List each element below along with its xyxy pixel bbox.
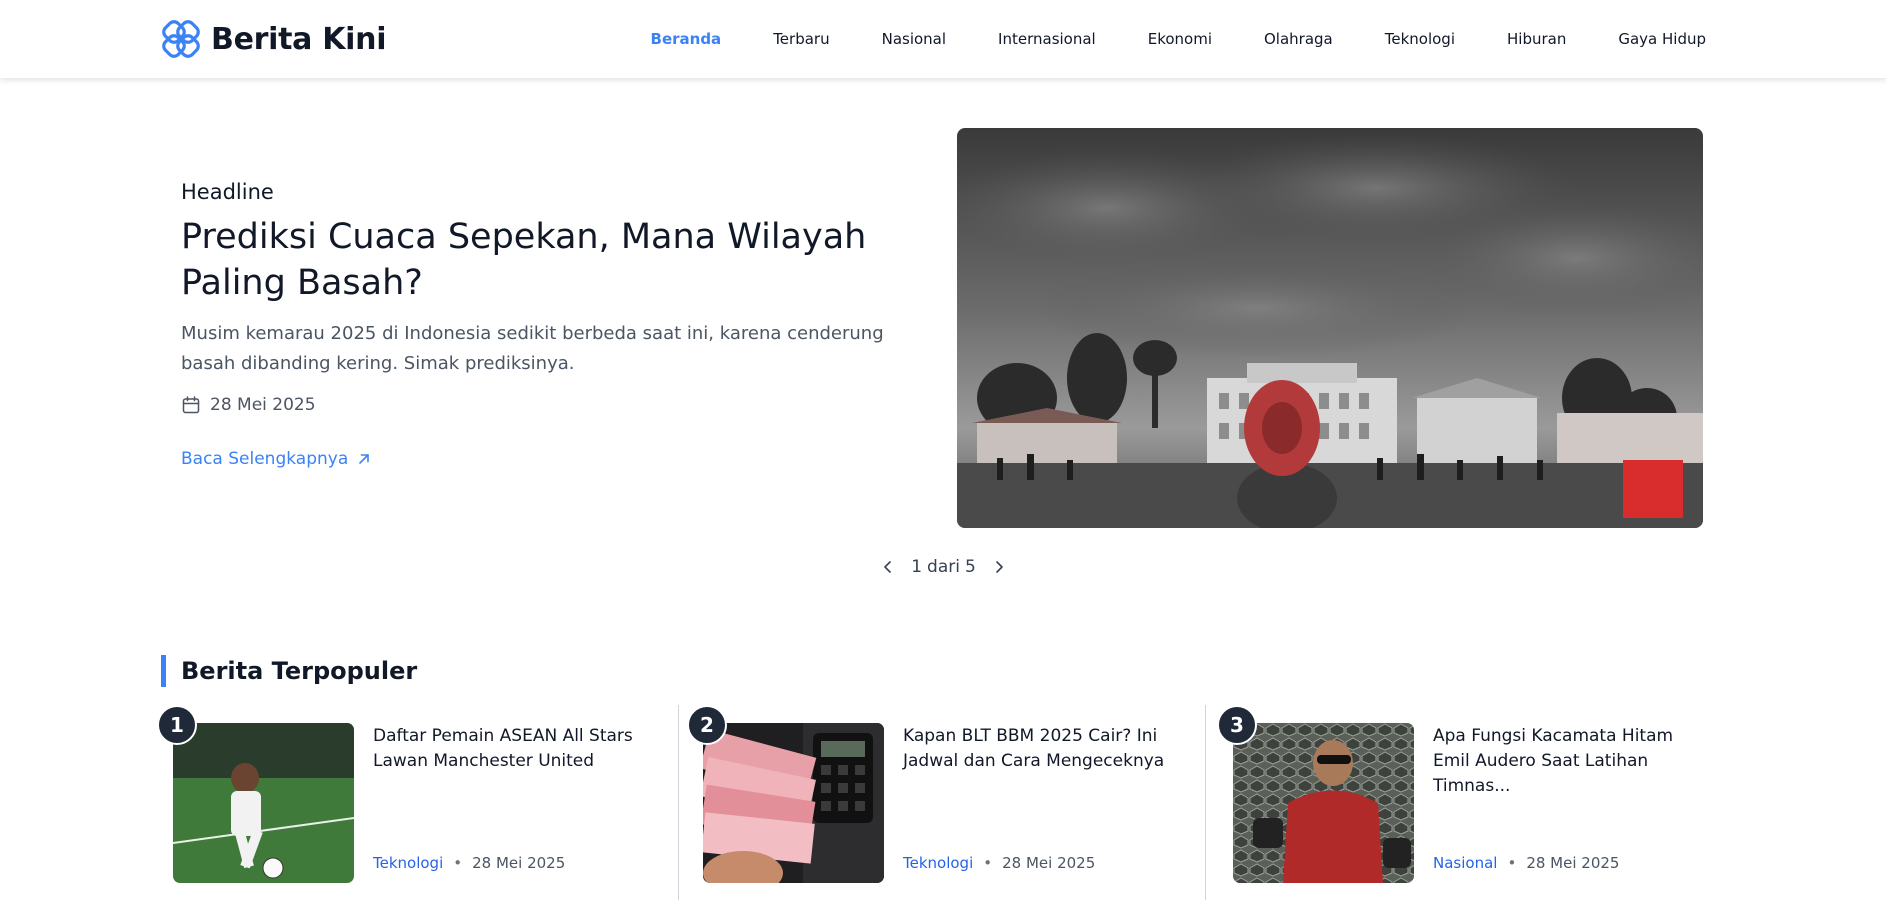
popular-title: Berita Terpopuler	[181, 657, 418, 685]
site-header: Berita Kini Beranda Terbaru Nasional Int…	[0, 0, 1887, 78]
chevron-left-icon	[884, 561, 892, 573]
chevron-right-icon	[995, 561, 1003, 573]
popular-meta: Teknologi • 28 Mei 2025	[373, 854, 565, 872]
headline-date: 28 Mei 2025	[181, 395, 931, 415]
brand-name: Berita Kini	[211, 21, 387, 57]
meta-separator: •	[983, 854, 993, 872]
nav-item-internasional[interactable]: Internasional	[998, 30, 1096, 48]
nav-item-teknologi[interactable]: Teknologi	[1385, 30, 1455, 48]
headline-section: Headline Prediksi Cuaca Sepekan, Mana Wi…	[181, 180, 931, 469]
main-nav: Beranda Terbaru Nasional Internasional E…	[651, 0, 1706, 78]
pager-next-button[interactable]	[988, 556, 1010, 578]
nav-item-terbaru[interactable]: Terbaru	[773, 30, 829, 48]
logo-icon	[162, 20, 200, 58]
section-accent-bar	[161, 655, 166, 687]
headline-photo	[957, 128, 1703, 528]
publish-date: 28 Mei 2025	[472, 854, 566, 872]
site-logo[interactable]: Berita Kini	[161, 17, 387, 61]
headline-label: Headline	[181, 180, 274, 204]
popular-thumbnail[interactable]	[703, 723, 884, 883]
popular-meta: Nasional • 28 Mei 2025	[1433, 854, 1619, 872]
category-label[interactable]: Teknologi	[903, 854, 973, 872]
goalkeeper-photo	[1233, 723, 1414, 883]
popular-title-link[interactable]: Apa Fungsi Kacamata Hitam Emil Audero Sa…	[1433, 724, 1715, 799]
football-player-photo	[173, 723, 354, 883]
headline-description: Musim kemarau 2025 di Indonesia sedikit …	[181, 323, 884, 374]
card-divider	[1205, 705, 1206, 900]
popular-title-link[interactable]: Daftar Pemain ASEAN All Stars Lawan Manc…	[373, 724, 655, 774]
category-label[interactable]: Teknologi	[373, 854, 443, 872]
headline-title[interactable]: Prediksi Cuaca Sepekan, Mana Wilayah Pal…	[181, 214, 921, 306]
meta-separator: •	[453, 854, 463, 872]
popular-card-1[interactable]: 1 Daftar Pemain ASEAN All Stars Lawan Ma…	[157, 705, 657, 900]
headline-pager: 1 dari 5	[0, 556, 1887, 578]
nav-item-ekonomi[interactable]: Ekonomi	[1148, 30, 1212, 48]
card-divider	[678, 705, 679, 900]
nav-item-gaya-hidup[interactable]: Gaya Hidup	[1618, 30, 1706, 48]
read-more-link[interactable]: Baca Selengkapnya	[181, 449, 372, 469]
headline-date-text: 28 Mei 2025	[210, 395, 316, 415]
rank-badge: 2	[687, 705, 727, 745]
publish-date: 28 Mei 2025	[1526, 854, 1620, 872]
popular-thumbnail[interactable]	[1233, 723, 1414, 883]
popular-card-2[interactable]: 2 Kapan BLT BBM 2025 Cair? Ini Jadwal da…	[687, 705, 1187, 900]
popular-thumbnail[interactable]	[173, 723, 354, 883]
pager-current: 1	[911, 557, 923, 577]
pager-status: 1 dari 5	[911, 557, 976, 577]
pager-total: 5	[964, 557, 976, 577]
category-label[interactable]: Nasional	[1433, 854, 1497, 872]
nav-item-hiburan[interactable]: Hiburan	[1507, 30, 1566, 48]
nav-item-beranda[interactable]: Beranda	[651, 30, 722, 48]
publish-date: 28 Mei 2025	[1002, 854, 1096, 872]
popular-card-3[interactable]: 3 Apa Fungsi Kacamata Hitam Emil Audero …	[1217, 705, 1717, 900]
money-calculator-photo	[703, 723, 884, 883]
popular-meta: Teknologi • 28 Mei 2025	[903, 854, 1095, 872]
popular-title-link[interactable]: Kapan BLT BBM 2025 Cair? Ini Jadwal dan …	[903, 724, 1185, 774]
read-more-label: Baca Selengkapnya	[181, 449, 349, 469]
popular-list: 1 Daftar Pemain ASEAN All Stars Lawan Ma…	[157, 705, 1703, 900]
pager-prev-button[interactable]	[877, 556, 899, 578]
rank-badge: 1	[157, 705, 197, 745]
nav-item-nasional[interactable]: Nasional	[882, 30, 946, 48]
nav-item-olahraga[interactable]: Olahraga	[1264, 30, 1333, 48]
meta-separator: •	[1507, 854, 1517, 872]
popular-section-title: Berita Terpopuler	[161, 655, 417, 687]
arrow-up-right-icon	[359, 454, 370, 464]
pager-separator: dari	[927, 557, 960, 577]
headline-image[interactable]	[957, 128, 1703, 528]
rank-badge: 3	[1217, 705, 1257, 745]
calendar-icon	[182, 396, 200, 414]
